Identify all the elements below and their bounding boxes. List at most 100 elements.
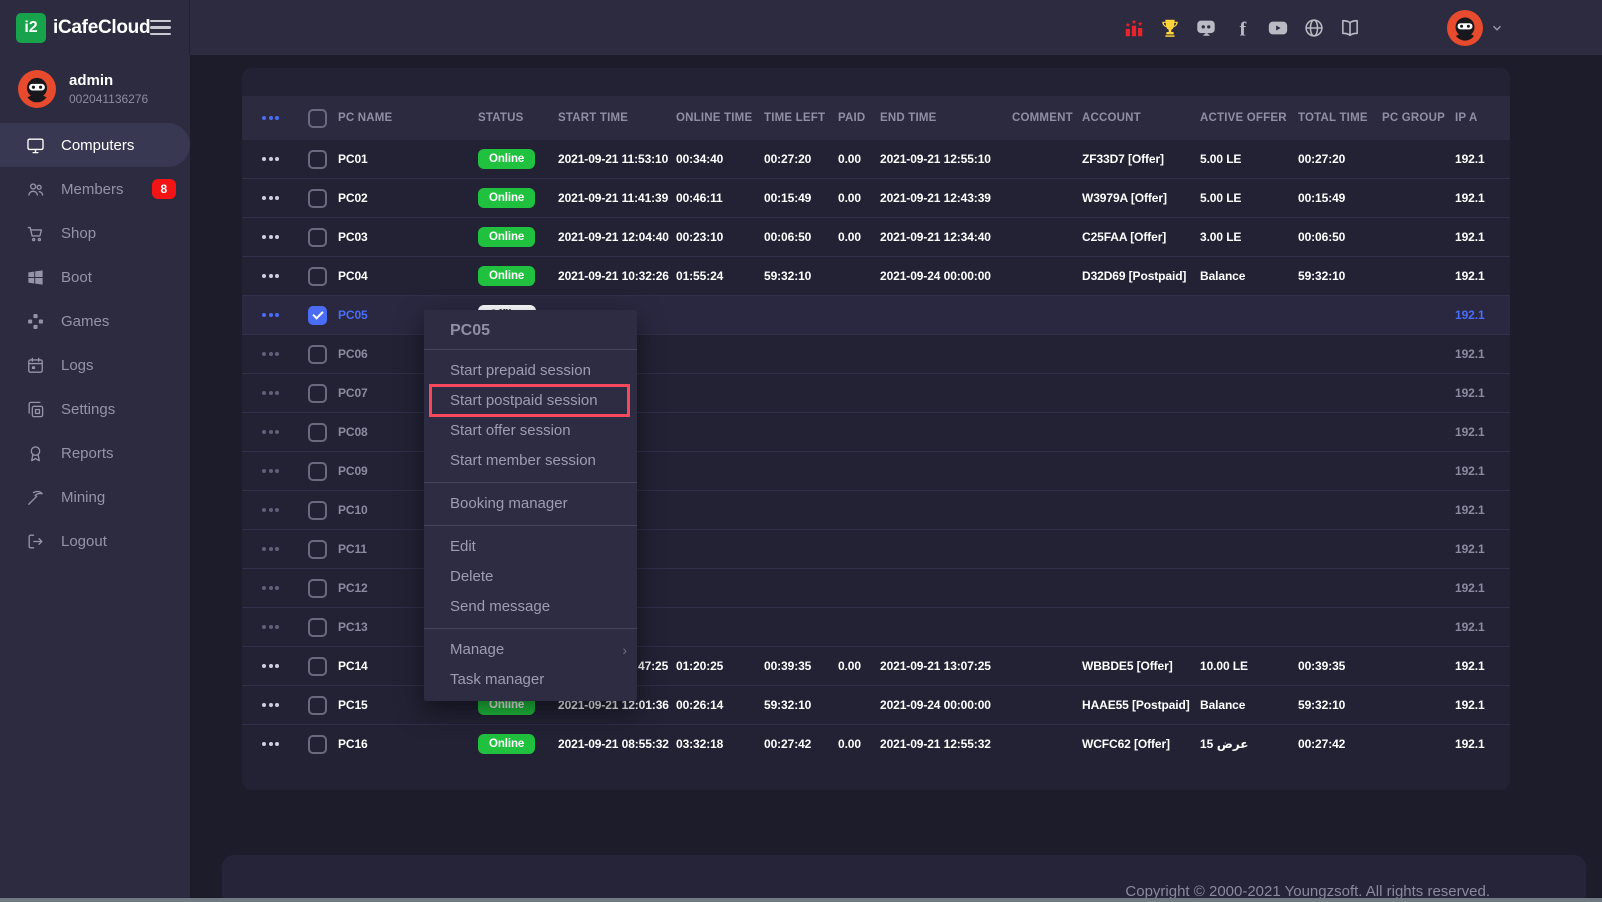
youtube-icon[interactable] [1267,17,1289,39]
row-checkbox[interactable] [308,306,327,325]
row-checkbox[interactable] [308,696,327,715]
context-menu-title: PC05 [424,310,637,349]
row-actions-icon[interactable] [262,625,308,629]
row-checkbox[interactable] [308,579,327,598]
cell-time-left: 00:06:50 [764,230,838,244]
book-icon[interactable] [1339,17,1361,39]
header-comment: COMMENT [1012,112,1082,124]
menu-item-start-postpaid-session[interactable]: Start postpaid session [424,386,637,416]
row-actions-icon[interactable] [262,703,308,707]
menu-toggle-button[interactable] [150,20,171,36]
row-checkbox[interactable] [308,384,327,403]
sidebar-item-members[interactable]: Members8 [0,167,190,211]
footer: Copyright © 2000-2021 Youngzsoft. All ri… [222,855,1586,902]
user-avatar [18,70,56,108]
row-checkbox[interactable] [308,501,327,520]
sidebar-item-settings[interactable]: Settings [0,387,190,431]
sidebar-item-boot[interactable]: Boot [0,255,190,299]
row-actions-icon[interactable] [262,157,308,161]
sidebar-item-logs[interactable]: Logs [0,343,190,387]
svg-text:★: ★ [1137,21,1143,28]
calendar-icon [26,356,45,375]
row-actions-icon[interactable] [262,430,308,434]
menu-item-manage[interactable]: Manage› [424,635,637,665]
row-checkbox[interactable] [308,345,327,364]
menu-item-delete[interactable]: Delete [424,562,637,592]
globe-icon[interactable] [1303,17,1325,39]
cell-ip-address: 192.1 [1455,698,1510,712]
sidebar-item-reports[interactable]: Reports [0,431,190,475]
monitor-icon [26,136,45,155]
svg-text:★: ★ [1131,18,1137,25]
menu-item-start-offer-session[interactable]: Start offer session [424,416,637,446]
cell-total-time: 00:27:42 [1298,737,1382,751]
menu-group: Booking manager [424,483,637,525]
row-checkbox[interactable] [308,189,327,208]
row-actions-icon[interactable] [262,391,308,395]
bulk-actions-icon[interactable] [262,116,308,120]
header-end-time: END TIME [880,112,1012,124]
sidebar-item-shop[interactable]: Shop [0,211,190,255]
cell-active-offer: 15 عرض [1200,737,1298,751]
cell-time-left: 00:27:20 [764,152,838,166]
row-actions-icon[interactable] [262,274,308,278]
facebook-icon[interactable]: f [1231,17,1253,39]
row-actions-icon[interactable] [262,352,308,356]
row-checkbox[interactable] [308,657,327,676]
sidebar-nav: Computers Members8ShopBootGamesLogsSettin… [0,123,190,563]
user-name: admin [69,72,148,89]
cell-time-left: 00:39:35 [764,659,838,673]
discord-icon[interactable] [1195,17,1217,39]
cell-time-left: 59:32:10 [764,269,838,283]
sidebar-item-logout[interactable]: Logout [0,519,190,563]
menu-item-start-member-session[interactable]: Start member session [424,446,637,476]
table-row: PC04Online2021-09-21 10:32:2601:55:2459:… [242,256,1510,295]
sidebar-item-mining[interactable]: Mining [0,475,190,519]
menu-item-edit[interactable]: Edit [424,532,637,562]
sidebar-item-label: Computers [61,137,134,154]
row-actions-icon[interactable] [262,547,308,551]
ranking-icon[interactable]: ★★★ [1123,17,1145,39]
row-checkbox[interactable] [308,423,327,442]
menu-item-start-prepaid-session[interactable]: Start prepaid session [424,356,637,386]
user-menu[interactable] [1447,10,1504,46]
pc-name: PC05 [338,308,368,322]
row-actions-icon[interactable] [262,742,308,746]
row-actions-icon[interactable] [262,313,308,317]
row-checkbox[interactable] [308,267,327,286]
menu-item-send-message[interactable]: Send message [424,592,637,622]
sidebar-item-computers[interactable]: Computers [0,123,190,167]
row-actions-icon[interactable] [262,508,308,512]
row-actions-icon[interactable] [262,664,308,668]
cell-start-time: 2021-09-21 12:04:40 [558,230,676,244]
row-checkbox[interactable] [308,618,327,637]
sidebar: admin 002041136276 Computers Members8Shop… [0,55,190,902]
cell-active-offer: Balance [1200,269,1298,283]
pc-name: PC02 [338,191,368,205]
pc-name: PC07 [338,386,368,400]
table-header: PC NAMESTATUSSTART TIMEONLINE TIMETIME L… [242,96,1510,140]
cell-paid: 0.00 [838,191,880,205]
row-checkbox[interactable] [308,462,327,481]
select-all-checkbox[interactable] [308,109,327,128]
cell-ip-address: 192.1 [1455,347,1510,361]
row-actions-icon[interactable] [262,586,308,590]
trophy-icon[interactable] [1159,17,1181,39]
row-actions-icon[interactable] [262,196,308,200]
cell-active-offer: 5.00 LE [1200,152,1298,166]
user-block: admin 002041136276 [0,55,190,123]
sidebar-item-games[interactable]: Games [0,299,190,343]
menu-item-task-manager[interactable]: Task manager [424,665,637,695]
row-checkbox[interactable] [308,228,327,247]
row-checkbox[interactable] [308,150,327,169]
row-actions-icon[interactable] [262,235,308,239]
row-checkbox[interactable] [308,540,327,559]
header-paid: PAID [838,112,880,124]
pc-name: PC14 [338,659,368,673]
menu-item-booking-manager[interactable]: Booking manager [424,489,637,519]
cell-online-time: 01:55:24 [676,269,764,283]
status-badge: Online [478,227,535,247]
row-checkbox[interactable] [308,735,327,754]
row-actions-icon[interactable] [262,469,308,473]
sidebar-item-label: Reports [61,445,114,462]
